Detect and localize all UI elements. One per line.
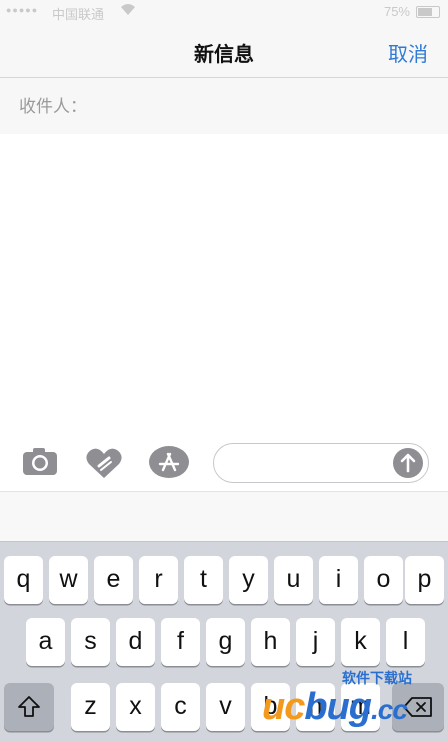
cancel-button[interactable]: 取消 [388,38,428,67]
recipient-label: 收件人： [19,97,87,116]
compose-bar [0,438,448,490]
message-input[interactable] [213,443,429,483]
key-e[interactable]: e [94,556,133,604]
shift-icon [18,696,40,717]
send-button[interactable] [393,448,423,478]
key-r[interactable]: r [139,556,178,604]
watermark-logo: 软件下载站 ucbug.cc [262,668,448,728]
key-z[interactable]: z [71,683,110,731]
key-u[interactable]: u [274,556,313,604]
key-i[interactable]: i [319,556,358,604]
key-h[interactable]: h [251,618,290,666]
signal-strength-icon: ●●●●● [6,5,39,15]
send-arrow-icon [400,453,416,473]
app-store-icon[interactable] [149,446,189,483]
key-g[interactable]: g [206,618,245,666]
key-j[interactable]: j [296,618,335,666]
status-right: 75% [384,4,440,19]
key-k[interactable]: k [341,618,380,666]
watermark-brand: ucbug.cc [262,686,408,728]
key-f[interactable]: f [161,618,200,666]
suggestion-area [0,492,448,541]
page-title: 新信息 [194,44,254,66]
key-a[interactable]: a [26,618,65,666]
key-v[interactable]: v [206,683,245,731]
recipient-field[interactable]: 收件人： [0,78,448,134]
heart-sketch-icon[interactable] [85,446,123,485]
status-bar: ●●●●● 中国联通 75% [0,0,448,24]
message-thread-area [0,134,448,434]
key-o[interactable]: o [364,556,403,604]
key-q[interactable]: q [4,556,43,604]
camera-icon[interactable] [22,446,58,481]
key-x[interactable]: x [116,683,155,731]
key-w[interactable]: w [49,556,88,604]
key-p[interactable]: p [405,556,444,604]
carrier-name: 中国联通 [52,7,105,22]
watermark-tagline: 软件下载站 [342,670,412,686]
key-c[interactable]: c [161,683,200,731]
navigation-bar: 新信息 取消 [0,24,448,78]
shift-key[interactable] [4,683,54,731]
battery-icon [416,5,440,18]
key-s[interactable]: s [71,618,110,666]
wifi-icon [120,3,136,20]
key-d[interactable]: d [116,618,155,666]
key-t[interactable]: t [184,556,223,604]
key-l[interactable]: l [386,618,425,666]
key-y[interactable]: y [229,556,268,604]
battery-percent: 75% [383,4,410,19]
